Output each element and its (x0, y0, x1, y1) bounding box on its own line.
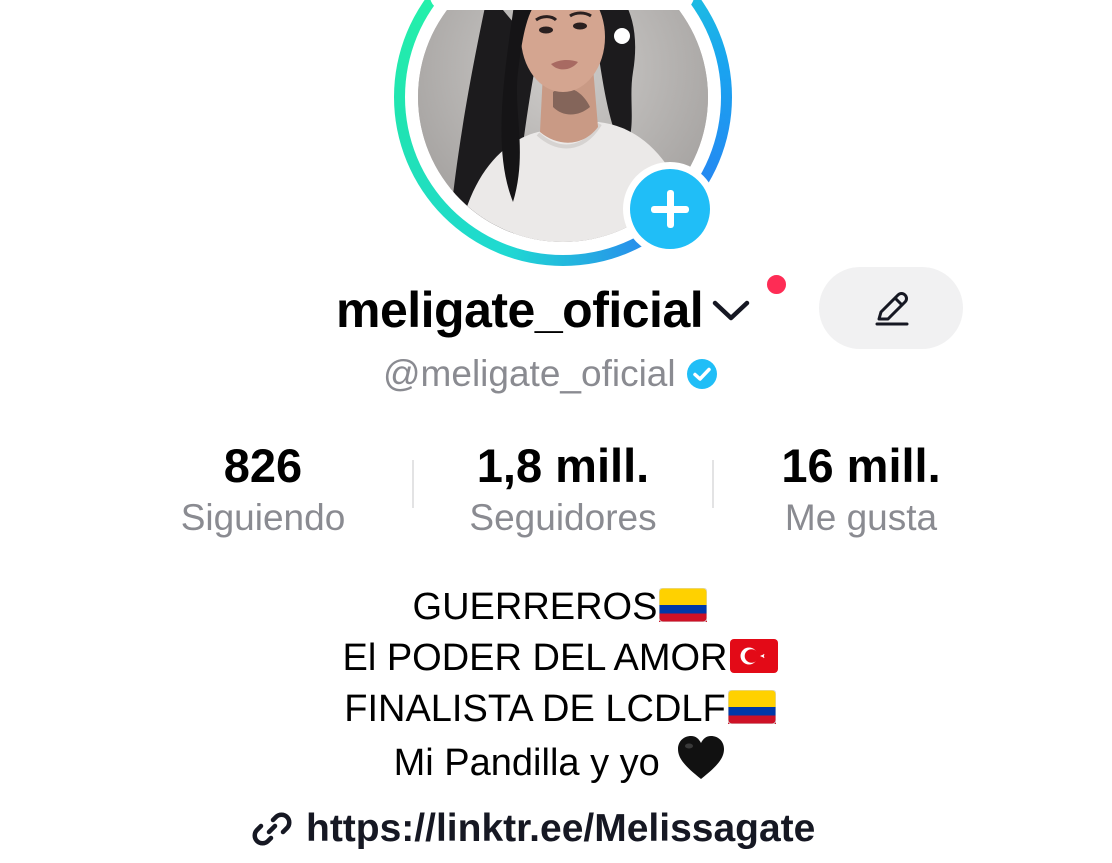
pencil-icon (875, 292, 909, 326)
add-story-button[interactable] (623, 162, 717, 256)
flag-turkey-icon (729, 639, 778, 673)
likes-count: 16 mill. (781, 439, 941, 492)
profile-link[interactable]: https://linktr.ee/Melissagate (252, 802, 815, 856)
username-handle: @meligate_oficial (383, 353, 676, 394)
flag-colombia-icon (659, 588, 708, 622)
followers-label: Seguidores (469, 497, 657, 538)
story-bubble-dot (614, 28, 630, 44)
bio-line: GUERREROS (200, 582, 920, 633)
followers-stat[interactable]: 1,8 mill. Seguidores (433, 438, 693, 542)
verified-badge-icon (686, 359, 717, 389)
black-heart-icon (678, 736, 725, 779)
flag-colombia-icon (727, 690, 776, 724)
story-bubble (430, 0, 694, 10)
account-switch-dropdown[interactable] (709, 288, 753, 332)
bio-line: FINALISTA DE LCDLF (200, 684, 920, 735)
stat-divider (412, 460, 414, 508)
bio-line: Mi Pandilla y yo (200, 735, 920, 789)
following-stat[interactable]: 826 Siguiendo (133, 438, 393, 542)
likes-stat[interactable]: 16 mill. Me gusta (731, 438, 991, 542)
likes-label: Me gusta (784, 497, 938, 538)
name-row: meligate_oficial (336, 278, 753, 342)
bio-line-text: GUERREROS (412, 586, 658, 628)
link-url[interactable]: https://linktr.ee/Melissagate (306, 807, 815, 851)
bio: GUERREROS El PODER DEL AMOR FINALISTA DE… (200, 582, 920, 789)
notification-dot (764, 272, 789, 297)
bio-line-text: El PODER DEL AMOR (342, 637, 728, 679)
following-label: Siguiendo (180, 497, 346, 538)
profile-screen: meligate_oficial @meligate_oficial 826 S… (0, 0, 1112, 863)
bio-line-text: Mi Pandilla y yo (393, 742, 671, 784)
link-icon (252, 812, 292, 846)
following-count: 826 (223, 439, 303, 492)
stat-divider (712, 460, 714, 508)
chevron-down-icon (712, 300, 750, 321)
followers-count: 1,8 mill. (476, 439, 650, 492)
bio-line: El PODER DEL AMOR (200, 633, 920, 684)
edit-profile-button[interactable] (819, 267, 963, 349)
bio-line-text: FINALISTA DE LCDLF (344, 688, 726, 730)
plus-icon (630, 169, 710, 249)
handle-row: @meligate_oficial (383, 350, 718, 398)
display-name[interactable]: meligate_oficial (336, 281, 704, 339)
